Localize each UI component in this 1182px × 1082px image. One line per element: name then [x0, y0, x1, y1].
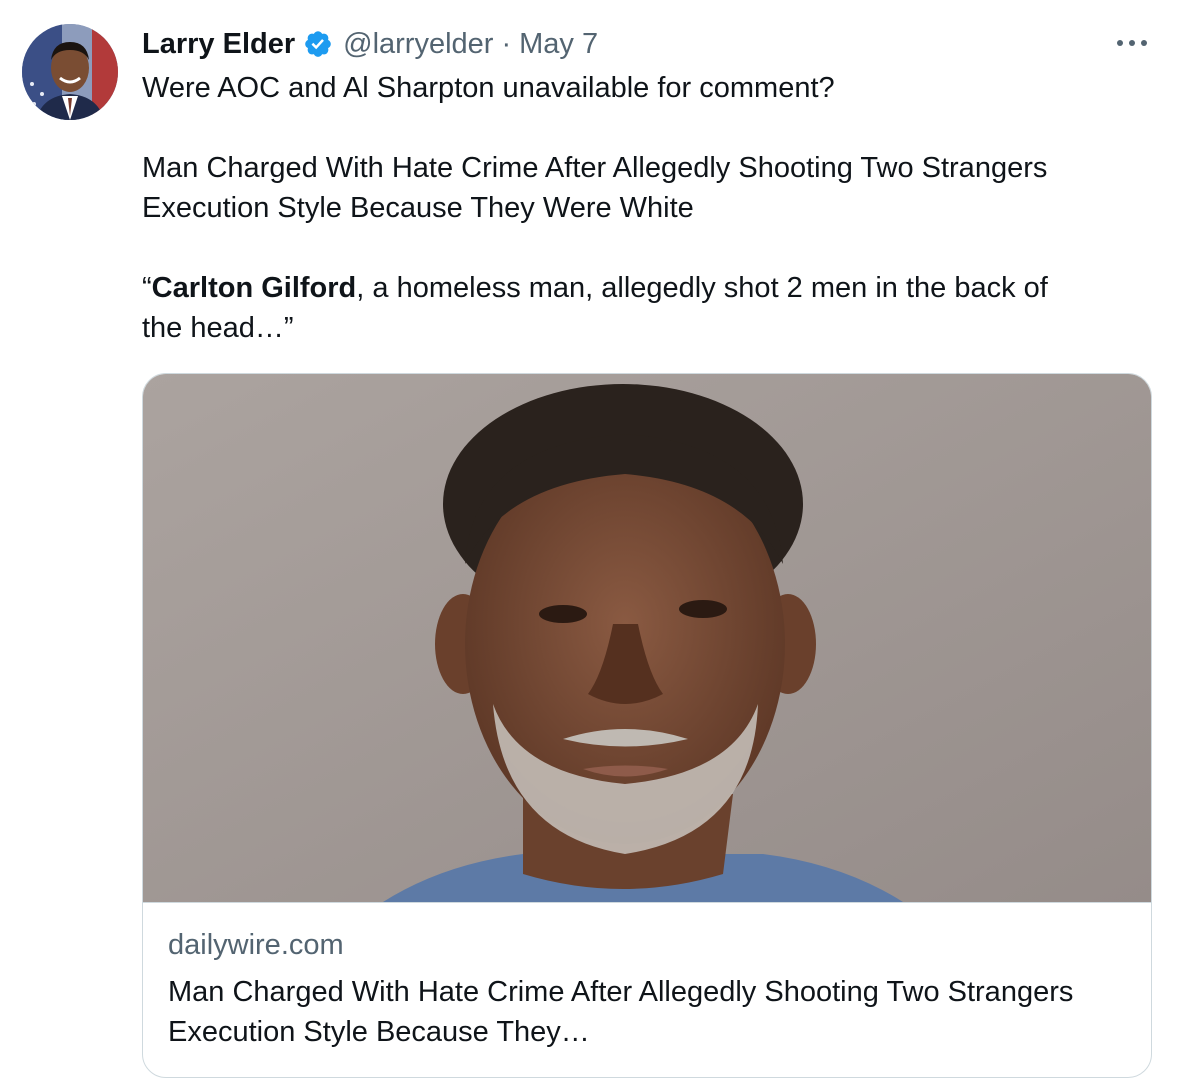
quote-bold-name: Carlton Gilford: [151, 272, 357, 304]
quote-mark: “: [142, 272, 152, 304]
tweet-headline-line: Execution Style Because They Were White: [142, 192, 694, 224]
card-title-line: Man Charged With Hate Crime After Allege…: [168, 976, 1074, 1008]
author-name[interactable]: Larry Elder: [142, 28, 295, 61]
card-domain: dailywire.com: [168, 929, 344, 961]
tweet-line: Were AOC and Al Sharpton unavailable for…: [142, 72, 835, 104]
card-image[interactable]: [143, 374, 1151, 903]
tweet-quote-line: the head…”: [142, 312, 294, 344]
tweet-date[interactable]: May 7: [519, 28, 598, 61]
tweet-text: Were AOC and Al Sharpton unavailable for…: [142, 68, 1142, 348]
tweet-headline-line: Man Charged With Hate Crime After Allege…: [142, 152, 1048, 184]
more-options-icon[interactable]: [1112, 28, 1152, 58]
tweet-header: Larry Elder @larryelder · May 7: [142, 22, 598, 66]
quote-text: , a homeless man, allegedly shot 2 men i…: [356, 272, 1048, 304]
card-title-line: Execution Style Because They…: [168, 1016, 590, 1048]
separator-dot: ·: [501, 27, 512, 60]
tweet-quote-line: “Carlton Gilford, a homeless man, allege…: [142, 268, 1142, 308]
link-card[interactable]: dailywire.com Man Charged With Hate Crim…: [142, 373, 1152, 1078]
tweet[interactable]: Larry Elder @larryelder · May 7 Were AOC…: [0, 0, 1182, 1082]
avatar[interactable]: [22, 24, 118, 120]
card-title: Man Charged With Hate Crime After Allege…: [168, 972, 1138, 1052]
verified-badge-icon[interactable]: [303, 29, 333, 59]
author-handle[interactable]: @larryelder: [343, 28, 493, 61]
